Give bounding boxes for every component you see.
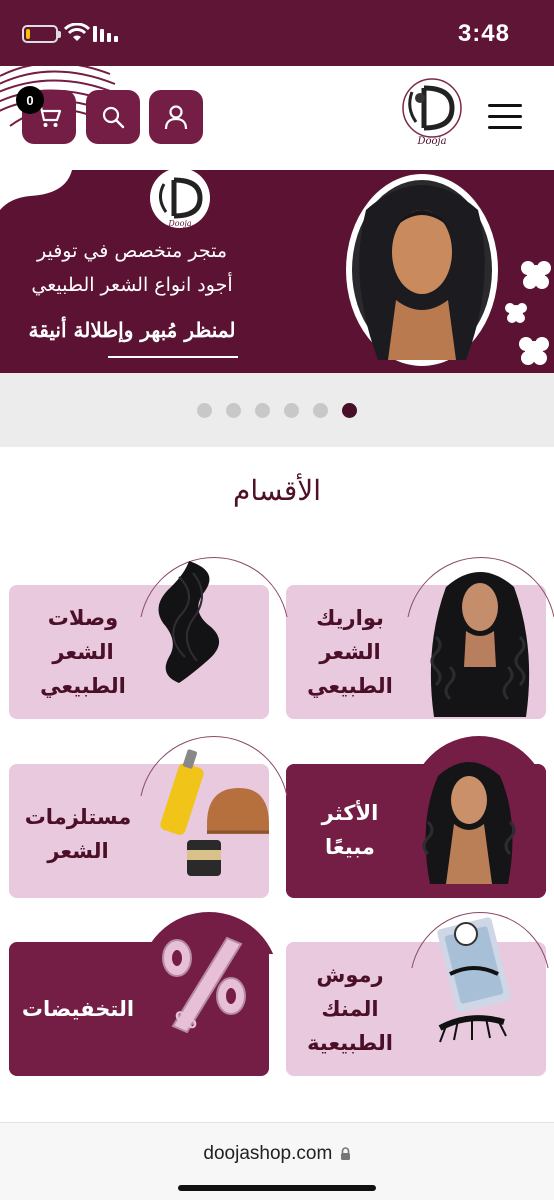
cart-count-badge: 0 [16, 86, 44, 114]
category-label-line: الطبيعي [307, 674, 393, 698]
svg-text:Dooja: Dooja [167, 219, 192, 228]
category-label-line: مستلزمات [24, 805, 132, 829]
wig-product-image [430, 572, 530, 717]
hero-text-line2: أجود انواع الشعر الطبيعي [31, 274, 233, 296]
carousel-dot-active[interactable] [342, 402, 357, 418]
hero-underline [108, 356, 238, 358]
search-button[interactable] [86, 90, 140, 144]
url-text: doojashop.com [203, 1143, 333, 1164]
category-label-line: المنك [321, 997, 379, 1021]
hero-logo: Dooja [150, 170, 210, 228]
category-card-discounts[interactable]: % التخفيضات [9, 912, 279, 1076]
percent-icon: % [162, 936, 246, 1034]
signal-icon [93, 26, 118, 42]
status-bar: 3:48 [0, 0, 554, 66]
home-indicator [178, 1185, 376, 1191]
category-card-extensions[interactable]: وصلات الشعر الطبيعي [9, 557, 289, 719]
svg-text:%: % [175, 1009, 197, 1034]
svg-text:Dooja: Dooja [416, 136, 446, 147]
carousel-dot[interactable] [226, 402, 241, 418]
hamburger-icon [488, 104, 522, 107]
accessories-image [160, 749, 269, 876]
browser-bottom-bar: doojashop.com [0, 1122, 554, 1200]
hero-model-image [346, 174, 551, 366]
menu-button[interactable] [488, 104, 522, 132]
category-label-line: التخفيضات [21, 997, 135, 1021]
hair-extension-image [158, 561, 220, 683]
hero-text-line3: لمنظر مُبهر وإطلالة أنيقة [28, 318, 236, 342]
category-card-lashes[interactable]: رموش المنك الطبيعية [286, 912, 550, 1076]
carousel-dot[interactable] [255, 402, 270, 418]
category-label-line: الشعر [52, 640, 114, 664]
category-card-wigs[interactable]: بواريك الشعر الطبيعي [286, 557, 554, 719]
category-label-line: الأكثر [321, 801, 379, 825]
user-icon [164, 105, 188, 130]
carousel-dot[interactable] [197, 402, 212, 418]
lashes-product-image [437, 917, 511, 1043]
address-bar[interactable]: doojashop.com [0, 1143, 554, 1165]
category-card-bestsellers[interactable]: الأكثر مبيعًا [286, 736, 548, 898]
category-label-line: الشعر [47, 839, 109, 863]
carousel-dot[interactable] [284, 402, 299, 418]
hero-corner-decoration [0, 170, 72, 210]
carousel-dots [0, 373, 554, 447]
lock-icon [340, 1144, 351, 1160]
category-label-line: الطبيعية [307, 1031, 393, 1055]
category-label-line: مبيعًا [325, 835, 375, 859]
wifi-icon [64, 23, 90, 41]
hero-text-line1: متجر متخصص في توفير [36, 240, 228, 262]
categories-title: الأقسام [233, 474, 321, 507]
carousel-dot[interactable] [313, 402, 328, 418]
category-label-line: بواريك [316, 606, 384, 630]
account-button[interactable] [149, 90, 203, 144]
status-time: 3:48 [457, 20, 510, 47]
bestseller-wig-image [422, 762, 516, 884]
site-logo[interactable]: Dooja [398, 76, 466, 148]
category-label-line: وصلات [47, 606, 119, 630]
category-label-line: رموش [316, 963, 384, 987]
category-label-line: الشعر [319, 640, 381, 664]
site-header: 0 Dooja [0, 66, 554, 170]
search-icon [102, 106, 125, 129]
category-label-line: الطبيعي [40, 674, 126, 698]
category-card-accessories[interactable]: مستلزمات الشعر [9, 736, 289, 898]
battery-icon [22, 25, 61, 43]
hero-banner[interactable]: Dooja متجر متخصص في توفير أجود انواع الش… [0, 170, 554, 373]
